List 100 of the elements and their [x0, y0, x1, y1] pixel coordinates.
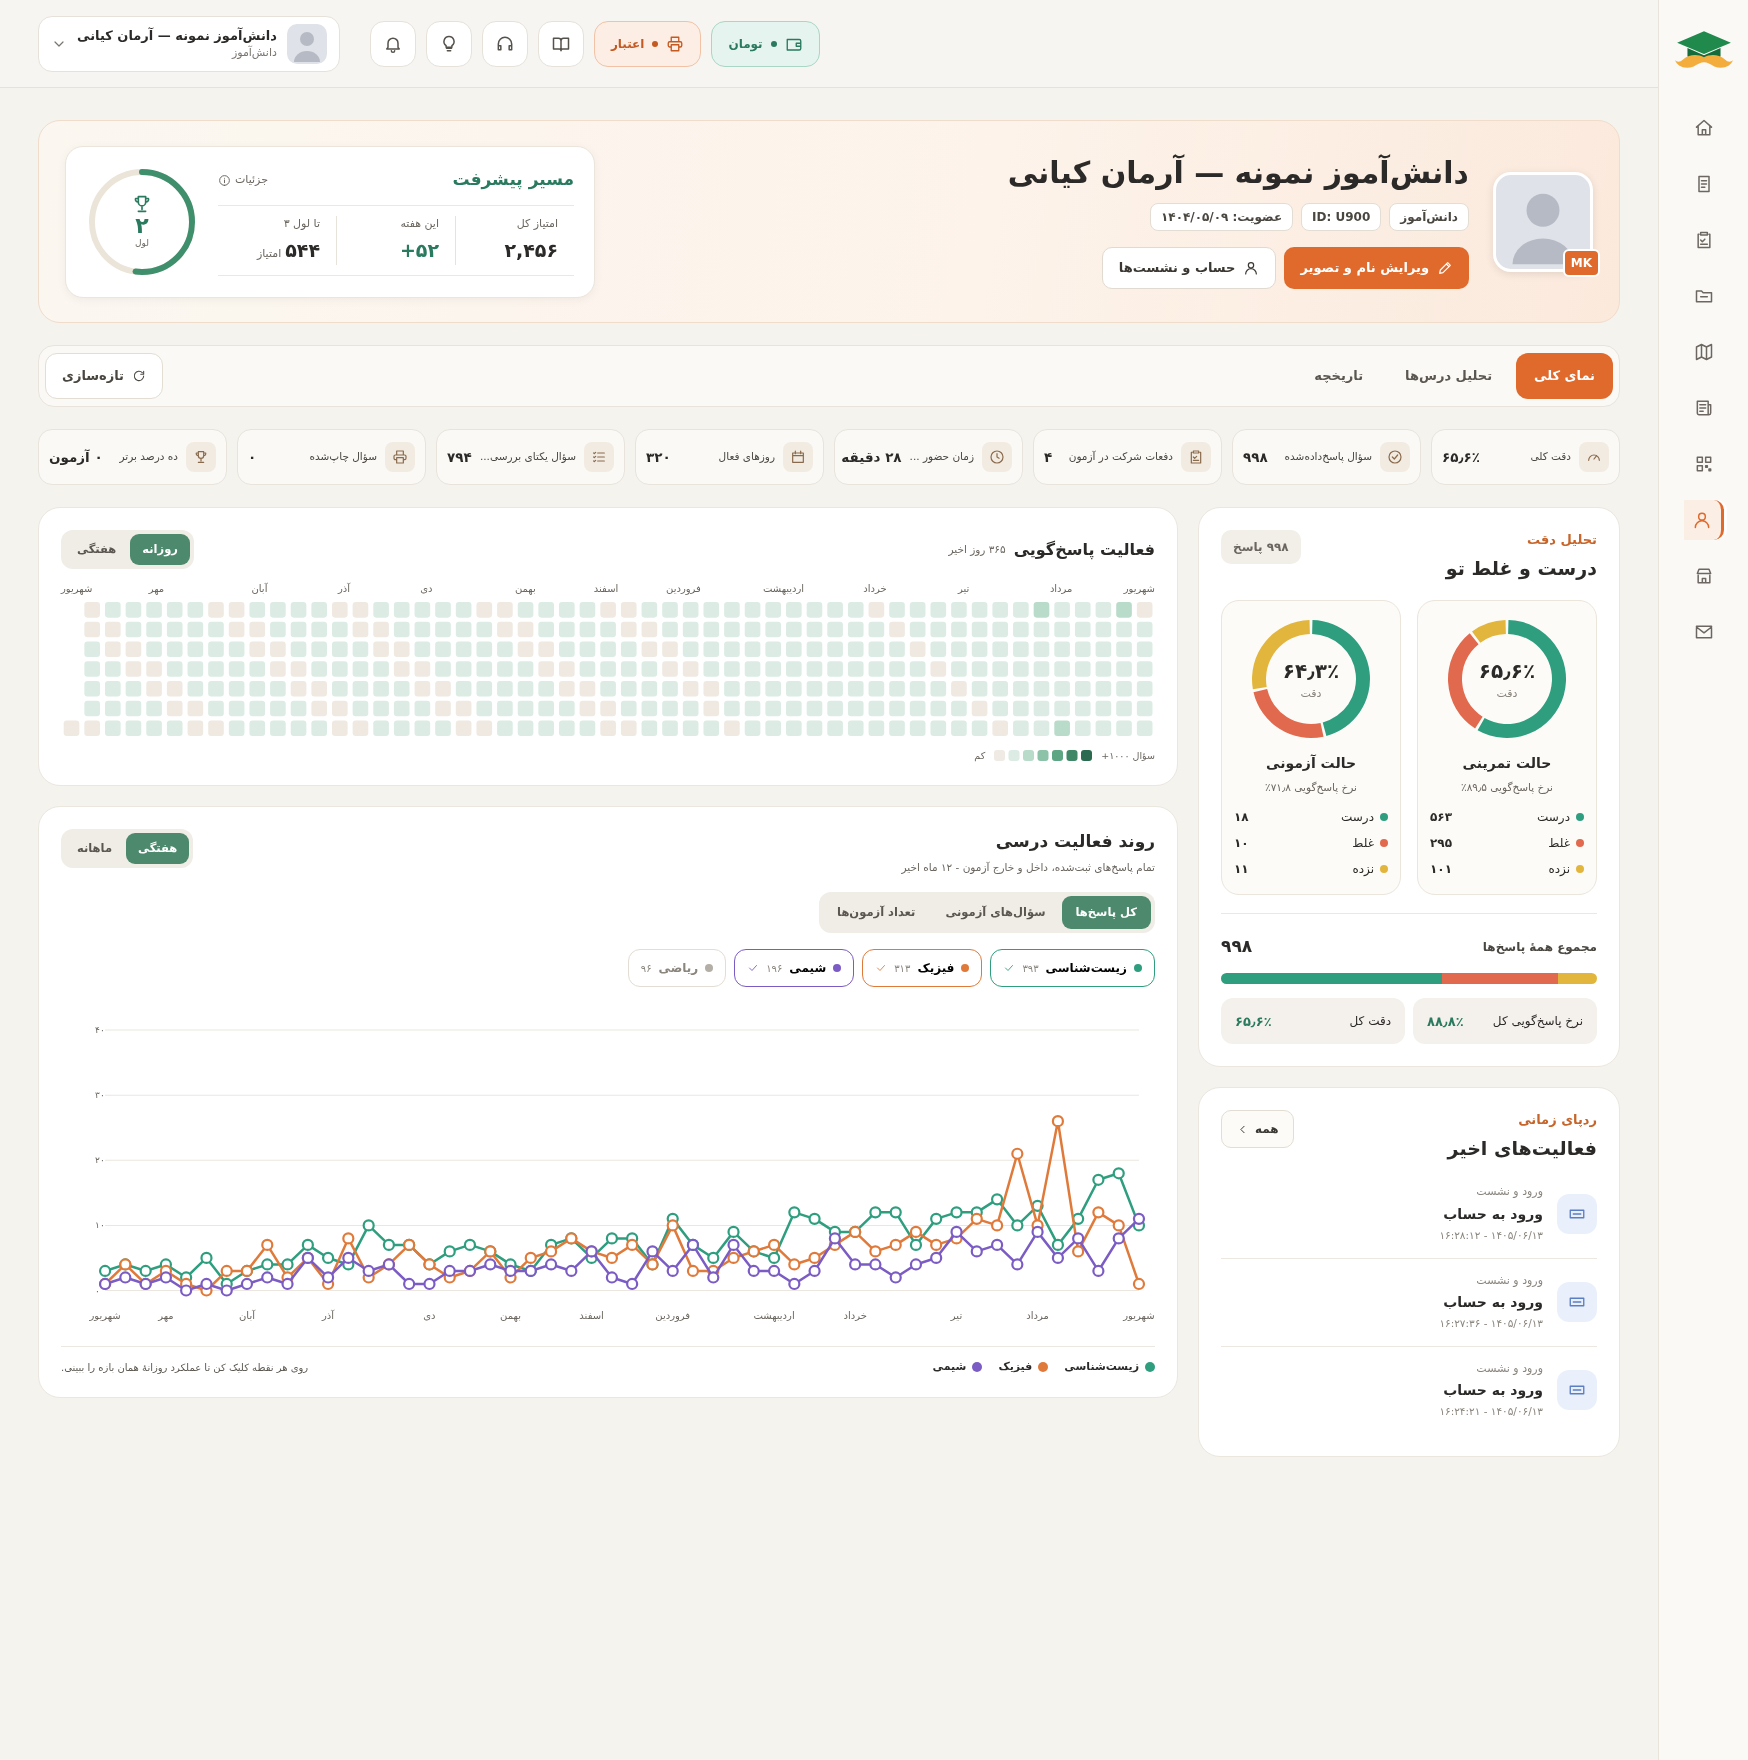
- legend-label: نزده: [1352, 860, 1374, 878]
- legend-label: کم: [974, 748, 986, 763]
- stat-value: ۵۴۴: [285, 238, 320, 264]
- summary-value: ۶۵٫۶٪: [1235, 1012, 1272, 1031]
- month-label: اردیبهشت: [761, 582, 805, 597]
- row-value: ۱۱: [1234, 860, 1249, 878]
- legend-label: غلط: [1548, 834, 1570, 852]
- info-chip: عضویت: ۱۴۰۴/۰۵/۰۹: [1150, 202, 1294, 231]
- activity-category: ورود و نشست: [1475, 1360, 1543, 1377]
- legend-label: درست: [1537, 808, 1570, 826]
- axis-label: دی: [423, 1309, 436, 1321]
- stat-label: زمان حضور ...: [909, 449, 974, 465]
- axis-label: خرداد: [843, 1309, 867, 1321]
- activity-title: ورود به حساب: [1442, 1381, 1543, 1401]
- stat-value: ۴: [1044, 447, 1053, 467]
- activity-title: ورود به حساب: [1442, 1204, 1543, 1225]
- axis-label: تیر: [950, 1309, 963, 1321]
- total-value: ۹۹۸: [1221, 934, 1253, 958]
- axis-label: فروردین: [655, 1309, 691, 1321]
- stat-label: سؤال یکتای بررسی...: [479, 449, 576, 465]
- activity-title: ورود به حساب: [1442, 1293, 1543, 1313]
- progress-title: مسیر پیشرفت: [452, 168, 574, 192]
- activity-category: ورود و نشست: [1475, 1272, 1543, 1289]
- row-value: ۲۹۵: [1430, 834, 1452, 852]
- unit-label: امتیاز: [256, 246, 282, 263]
- axis-label: بهمن: [500, 1309, 521, 1321]
- month-label: خرداد: [862, 582, 887, 597]
- count-badge: ۹۹۸ پاسخ: [1221, 530, 1301, 564]
- stat-label: سؤال چاپ‌شده: [309, 449, 377, 465]
- activity-category: ورود و نشست: [1475, 1184, 1543, 1201]
- row-value: ۱۰۱: [1430, 860, 1452, 878]
- section-title: فعالیت‌های اخیر: [1447, 1135, 1597, 1162]
- profile-name: دانش‌آموز نمونه — آرمان کیانی: [1007, 154, 1469, 191]
- legend-label: شیمی: [932, 1358, 967, 1375]
- accuracy-caption: دقت: [1300, 685, 1322, 702]
- chart-hint: روی هر نقطه کلیک کن تا عملکرد روزانهٔ همان بازه را ببینی.: [61, 1360, 309, 1375]
- axis-label: ۱۰: [95, 1220, 105, 1231]
- activity-time: ۱۴۰۵/۰۶/۱۳ - ۱۶:۲۸:۱۲: [1439, 1227, 1543, 1243]
- month-label: شهریور: [61, 582, 93, 597]
- stat-value: +۵۲: [399, 238, 439, 264]
- accuracy-percent: ۶۵٫۶٪: [1478, 657, 1536, 685]
- month-label: مهر: [147, 582, 165, 597]
- mode-title: حالت آزمونی: [1265, 753, 1357, 774]
- activity-time: ۱۴۰۵/۰۶/۱۳ - ۱۶:۲۴:۲۱: [1439, 1404, 1543, 1420]
- legend-label: غلط: [1352, 834, 1374, 852]
- month-label: بهمن: [513, 582, 536, 597]
- section-eyebrow: تحلیل دقت: [1526, 531, 1597, 549]
- stat-value: ۶۵٫۶٪: [1442, 447, 1480, 467]
- info-chip: ID: U900: [1301, 202, 1382, 231]
- mode-title: حالت تمرینی: [1461, 754, 1553, 774]
- axis-label: شهریور: [89, 1309, 121, 1321]
- level-number: ۲: [135, 214, 149, 237]
- axis-label: مهر: [158, 1309, 174, 1321]
- legend-label: نزده: [1548, 860, 1570, 878]
- section-title: درست و غلط تو: [1445, 555, 1597, 582]
- month-label: دی: [419, 582, 433, 597]
- month-label: تیر: [956, 582, 970, 597]
- axis-label: اسفند: [579, 1309, 604, 1321]
- total-label: مجموع همهٔ پاسخ‌ها: [1482, 938, 1597, 956]
- axis-label: مرداد: [1026, 1309, 1049, 1321]
- axis-label: ۰: [95, 1285, 100, 1296]
- stat-value: ۰: [248, 447, 257, 467]
- level-caption: لول: [135, 236, 149, 250]
- axis-label: آذر: [322, 1309, 335, 1321]
- stat-label: امتیاز کل: [515, 215, 558, 232]
- activity-time: ۱۴۰۵/۰۶/۱۳ - ۱۶:۲۷:۳۶: [1439, 1316, 1543, 1331]
- section-title: روند فعالیت درسی: [994, 829, 1155, 853]
- row-value: ۵۶۳: [1430, 808, 1452, 826]
- legend-label: زیست‌شناسی: [1064, 1358, 1139, 1375]
- legend-label: فیزیک: [998, 1358, 1033, 1375]
- stat-value: ۲۸ دقیقه: [841, 447, 902, 467]
- stat-value: ۳۲۰: [646, 447, 671, 467]
- axis-label: اردیبهشت: [753, 1309, 795, 1321]
- initials-badge: MK: [1562, 248, 1600, 277]
- accuracy-percent: ۶۴٫۳٪: [1282, 657, 1340, 685]
- response-rate: نرخ پاسخ‌گویی ۸۹٫۵٪: [1460, 780, 1554, 796]
- user-role: دانش‌آموز: [230, 45, 277, 61]
- month-label: اسفند: [592, 582, 619, 597]
- stat-label: دقت کلی: [1530, 449, 1571, 465]
- section-title: فعالیت پاسخ‌گویی: [1013, 538, 1155, 562]
- axis-label: ۳۰: [95, 1090, 105, 1101]
- info-chip: دانش‌آموز: [1389, 202, 1469, 231]
- axis-label: ۲۰: [95, 1155, 105, 1166]
- user-name: دانش‌آموز نمونه — آرمان کیانی: [77, 26, 277, 45]
- section-subtitle: ۳۶۵ روز اخیر: [948, 541, 1006, 558]
- summary-value: ۸۸٫۸٪: [1427, 1012, 1464, 1031]
- response-rate: نرخ پاسخ‌گویی ۷۱٫۸٪: [1264, 780, 1358, 796]
- stat-label: ده درصد برتر: [119, 449, 178, 465]
- month-label: مرداد: [1048, 582, 1073, 597]
- summary-label: نرخ پاسخ‌گویی کل: [1492, 1013, 1583, 1031]
- section-eyebrow: ردپای زمانی: [1517, 1111, 1597, 1130]
- stat-value: ۹۹۸: [1243, 447, 1268, 467]
- stat-value: ۷۹۴: [447, 447, 472, 467]
- month-label: آذر: [336, 581, 350, 597]
- month-label: فروردین: [665, 582, 701, 597]
- summary-label: دقت کل: [1349, 1013, 1391, 1031]
- month-label: آبان: [250, 581, 268, 597]
- legend-label: درست: [1341, 808, 1374, 826]
- stat-label: روزهای فعال: [718, 449, 775, 465]
- stat-label: سؤال پاسخ‌داده‌شده: [1284, 449, 1372, 465]
